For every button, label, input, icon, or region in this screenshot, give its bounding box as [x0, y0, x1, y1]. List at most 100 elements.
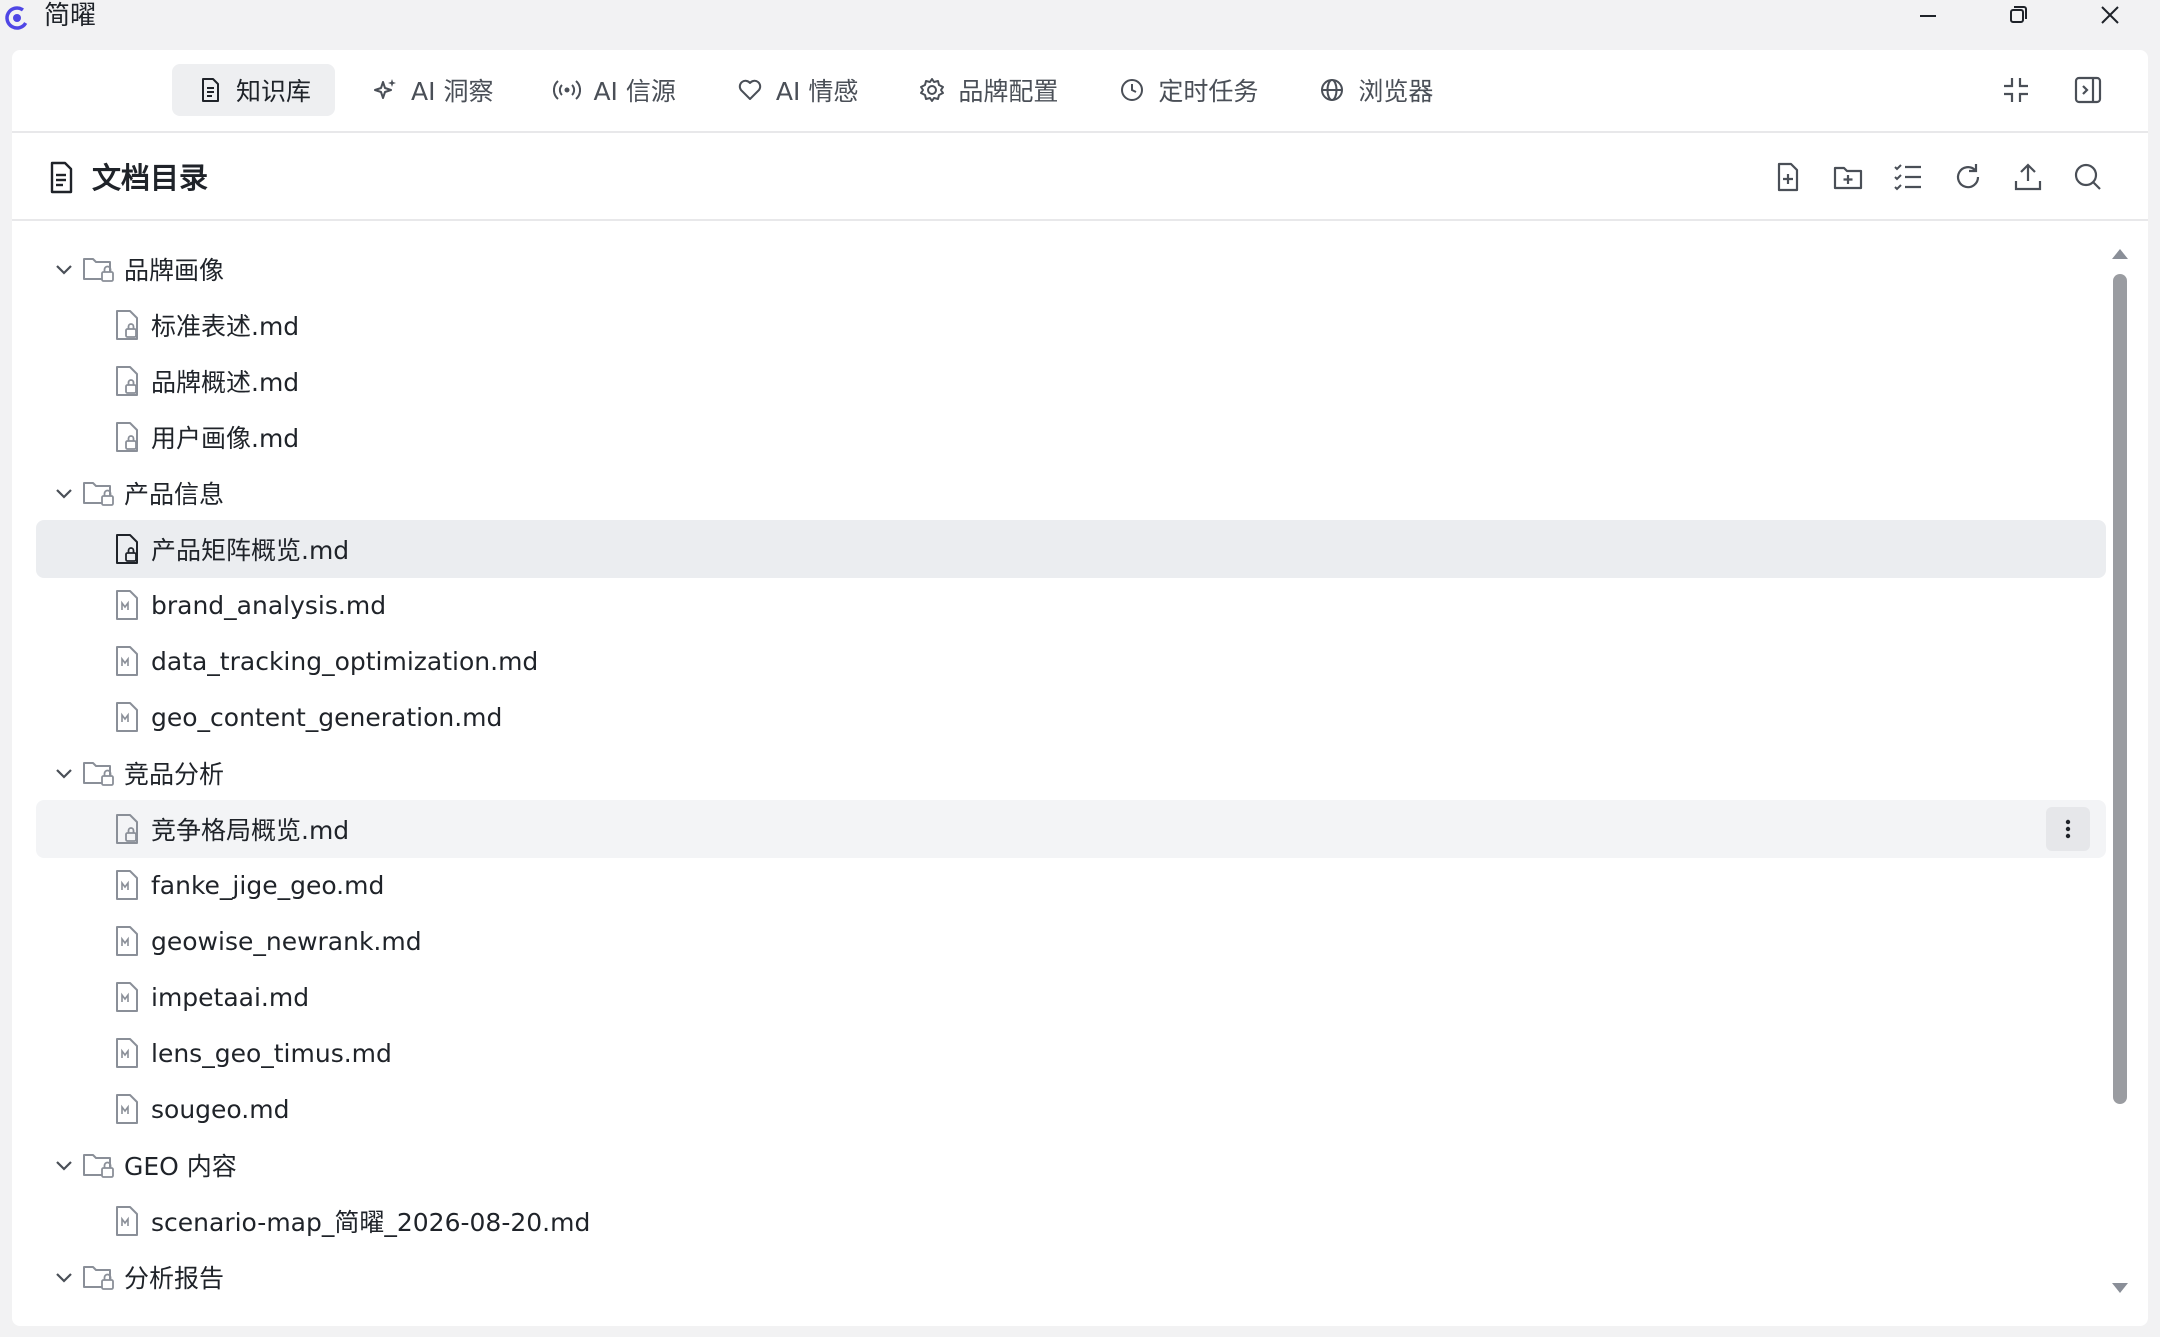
folder-label: GEO 内容 [124, 1152, 237, 1181]
chevron-down-icon [56, 1161, 72, 1171]
list-view-button[interactable] [1888, 157, 1928, 197]
search-button[interactable] [2068, 157, 2108, 197]
more-vertical-icon [2065, 819, 2071, 839]
tab-ai-insight[interactable]: AI 洞察 [347, 64, 517, 116]
tab-knowledge-base[interactable]: 知识库 [172, 64, 336, 116]
file-label: 标准表述.md [151, 312, 300, 341]
close-button[interactable] [2080, 0, 2140, 30]
locked-file-icon [116, 814, 138, 844]
tab-brand-config[interactable]: 品牌配置 [894, 64, 1082, 116]
locked-folder-icon [83, 762, 114, 786]
tab-label: 知识库 [236, 77, 312, 106]
locked-file-icon [116, 310, 138, 340]
sidebar-toggle-icon [2074, 76, 2102, 104]
chevron-down-icon [56, 769, 72, 779]
collapse-button[interactable] [1996, 70, 2036, 110]
page-title: 文档目录 [92, 161, 209, 195]
folder-label: 竞品分析 [124, 760, 225, 789]
tree-file[interactable]: geowise_newrank.md [36, 912, 2106, 970]
markdown-file-icon [116, 1206, 138, 1236]
tab-bar: 知识库 AI 洞察 AI 信源 AI 情感 品牌配置 定时任务 浏览器 [172, 64, 1469, 116]
scrollbar-thumb[interactable] [2113, 274, 2127, 1104]
tree-file[interactable]: impetaai.md [36, 968, 2106, 1026]
file-label: brand_analysis.md [151, 590, 387, 620]
tree-file[interactable]: lens_geo_timus.md [36, 1024, 2106, 1082]
title-bar: 简曜 [0, 0, 2160, 34]
top-nav: 知识库 AI 洞察 AI 信源 AI 情感 品牌配置 定时任务 浏览器 [12, 50, 2148, 133]
doc-header: 文档目录 [12, 135, 2148, 221]
file-label: data_tracking_optimization.md [151, 646, 539, 676]
document-icon [50, 161, 73, 194]
minimize-button[interactable] [1898, 0, 1958, 30]
folder-label: 品牌画像 [124, 256, 225, 285]
tree-file[interactable]: fanke_jige_geo.md [36, 856, 2106, 914]
locked-folder-icon [83, 482, 114, 506]
tree-file[interactable]: brand_analysis.md [36, 576, 2106, 634]
tree-file[interactable]: scenario-map_简曜_2026-08-20.md [36, 1192, 2106, 1250]
locked-folder-icon [83, 258, 114, 282]
tree-file[interactable]: data_tracking_optimization.md [36, 632, 2106, 690]
tab-label: AI 洞察 [411, 77, 494, 106]
broadcast-icon [553, 80, 582, 100]
tree-file-hovered[interactable]: 竞争格局概览.md [36, 800, 2106, 858]
chevron-down-icon [56, 489, 72, 499]
restore-icon [2010, 6, 2027, 23]
new-folder-icon [1833, 166, 1863, 190]
tree-folder[interactable]: GEO 内容 [36, 1136, 2106, 1194]
file-label: lens_geo_timus.md [151, 1038, 392, 1068]
tab-ai-sentiment[interactable]: AI 情感 [712, 64, 882, 116]
new-folder-button[interactable] [1828, 157, 1868, 197]
tree-folder[interactable]: 分析报告 [36, 1248, 2106, 1306]
tree-file[interactable]: 标准表述.md [36, 296, 2106, 354]
tree-file[interactable]: 用户画像.md [36, 408, 2106, 466]
file-label: 竞争格局概览.md [151, 816, 350, 845]
scroll-up-icon[interactable] [2108, 244, 2132, 262]
refresh-icon [1956, 164, 1980, 189]
tab-label: AI 信源 [593, 77, 676, 106]
sidebar-toggle-button[interactable] [2068, 70, 2108, 110]
app-title: 简曜 [44, 1, 97, 31]
tree-file-selected[interactable]: 产品矩阵概览.md [36, 520, 2106, 578]
file-label: fanke_jige_geo.md [151, 870, 385, 900]
app-logo-icon [5, 6, 29, 30]
tree-folder[interactable]: 竞品分析 [36, 744, 2106, 802]
markdown-file-icon [116, 1094, 138, 1124]
list-icon [1894, 164, 1921, 191]
scroll-down-icon[interactable] [2108, 1280, 2132, 1298]
new-file-icon [1777, 162, 1799, 192]
tab-label: 品牌配置 [958, 77, 1059, 106]
tree-folder[interactable]: 产品信息 [36, 464, 2106, 522]
locked-file-icon [116, 366, 138, 396]
refresh-button[interactable] [1948, 157, 1988, 197]
tree-file[interactable]: geo_content_generation.md [36, 688, 2106, 746]
folder-label: 产品信息 [124, 480, 225, 509]
tree-file[interactable]: 品牌概述.md [36, 352, 2106, 410]
file-label: 产品矩阵概览.md [151, 536, 350, 565]
tree-folder[interactable]: 品牌画像 [36, 240, 2106, 298]
markdown-file-icon [116, 1038, 138, 1068]
markdown-file-icon [116, 702, 138, 732]
tab-scheduled-tasks[interactable]: 定时任务 [1094, 64, 1282, 116]
new-file-button[interactable] [1768, 157, 1808, 197]
more-options-button[interactable] [2046, 807, 2090, 851]
document-icon [202, 78, 219, 102]
file-label: 品牌概述.md [151, 368, 300, 397]
clock-icon [1121, 79, 1144, 101]
file-label: geowise_newrank.md [151, 926, 422, 956]
markdown-file-icon [116, 646, 138, 676]
tab-ai-source[interactable]: AI 信源 [529, 64, 699, 116]
tab-label: AI 情感 [775, 77, 859, 106]
upload-button[interactable] [2008, 157, 2048, 197]
folder-label: 分析报告 [124, 1264, 225, 1293]
upload-icon [2014, 163, 2042, 191]
file-label: sougeo.md [151, 1094, 290, 1124]
chevron-down-icon [56, 1273, 72, 1283]
main-panel: 知识库 AI 洞察 AI 信源 AI 情感 品牌配置 定时任务 浏览器 文档目录… [12, 50, 2148, 1326]
sparkle-icon [374, 79, 397, 99]
tree-file[interactable]: sougeo.md [36, 1080, 2106, 1138]
file-label: scenario-map_简曜_2026-08-20.md [151, 1208, 591, 1237]
tab-browser[interactable]: 浏览器 [1294, 64, 1457, 116]
restore-button[interactable] [1988, 0, 2048, 30]
locked-folder-icon [83, 1266, 114, 1290]
locked-folder-icon [83, 1154, 114, 1178]
